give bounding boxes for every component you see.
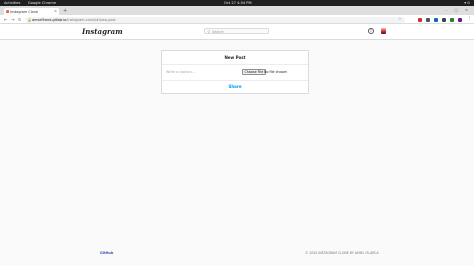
extension-icon[interactable] [450, 17, 454, 22]
divider [162, 80, 308, 81]
address-bar[interactable]: 🔒 amvel9arra.gitlab.io/instagram-clone/#… [25, 16, 405, 23]
close-tab-icon[interactable]: × [54, 9, 57, 13]
page-title: New Post [224, 55, 246, 60]
system-tray[interactable]: ▾ ⏻ [464, 1, 470, 5]
extension-icon[interactable] [442, 17, 446, 22]
instagram-logo[interactable]: Instagram [82, 27, 123, 36]
browser-toolbar: ← → ↻ 🔒 amvel9arra.gitlab.io/instagram-c… [0, 15, 474, 24]
upload-icon[interactable]: ⇧ [368, 28, 374, 34]
extension-icon[interactable] [426, 17, 430, 22]
new-post-card: New Post Choose File No file chosen Shar… [161, 50, 309, 94]
tab-strip: Instagram Clone × + – ▢ × [0, 6, 474, 15]
divider [162, 64, 308, 65]
browser-menu-icon[interactable]: ⋮ [467, 16, 472, 21]
file-status: No file chosen [264, 70, 288, 74]
app-menu[interactable]: Google Chrome [28, 1, 56, 5]
clock[interactable]: Oct 27 4:54 PM [224, 1, 252, 5]
search-placeholder: Search [212, 29, 224, 34]
forward-arrow-icon[interactable]: → [11, 17, 15, 22]
lock-icon: 🔒 [27, 17, 32, 22]
reload-icon[interactable]: ↻ [18, 17, 22, 22]
instagram-header: Instagram ⚲ Search ⇧ [0, 24, 474, 40]
github-link[interactable]: GitHub [100, 251, 113, 255]
tab-title: Instagram Clone [10, 9, 38, 14]
extension-icon[interactable] [458, 17, 462, 22]
activities-button[interactable]: Activities [4, 1, 20, 5]
choose-file-button[interactable]: Choose File [242, 69, 266, 75]
browser-tab[interactable]: Instagram Clone × [4, 8, 59, 15]
url-host: amvel9arra.gitlab.io [32, 17, 67, 22]
bookmark-star-icon[interactable]: ☆ [398, 16, 402, 21]
extension-icon[interactable] [418, 17, 422, 22]
url-path: /instagram-clone/#/new-post [66, 17, 116, 22]
new-tab-button[interactable]: + [63, 8, 67, 14]
extension-icon[interactable] [434, 17, 438, 22]
copyright-text: © 2020 INSTAGRAM CLONE BY AMIEL FILARCA [305, 251, 379, 255]
share-button[interactable]: Share [162, 84, 308, 89]
instagram-favicon-icon [5, 9, 9, 13]
caption-input[interactable] [166, 69, 236, 75]
search-input[interactable]: ⚲ Search [204, 28, 269, 34]
avatar[interactable] [381, 28, 386, 34]
search-icon: ⚲ [207, 29, 210, 34]
back-arrow-icon[interactable]: ← [4, 17, 8, 22]
window-controls[interactable]: – ▢ × [446, 8, 472, 12]
